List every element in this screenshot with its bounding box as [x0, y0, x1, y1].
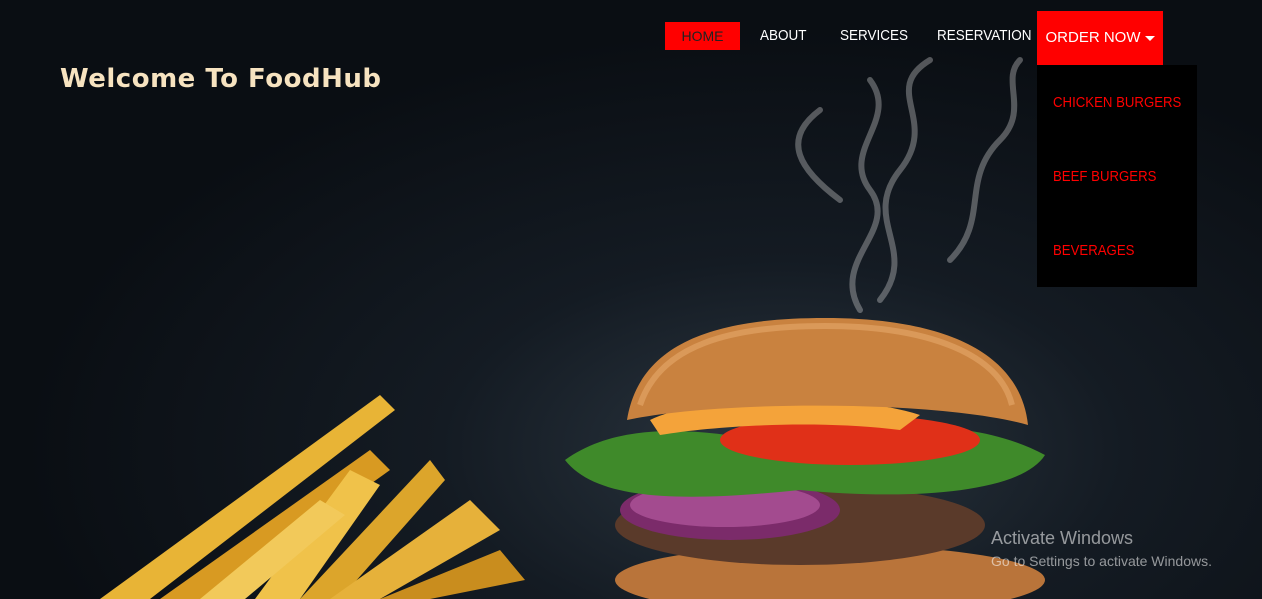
dropdown-item-chicken-burgers[interactable]: CHICKEN BURGERS	[1053, 91, 1181, 115]
activate-windows-watermark: Activate Windows Go to Settings to activ…	[991, 528, 1212, 570]
watermark-subtitle: Go to Settings to activate Windows.	[991, 553, 1212, 569]
dropdown-item-beverages[interactable]: BEVERAGES	[1053, 239, 1134, 263]
caret-down-icon	[1144, 35, 1155, 41]
nav-about-link[interactable]: ABOUT	[760, 22, 807, 50]
main-navigation: HOME ABOUT SERVICES RESERVATION ORDER NO…	[0, 0, 1262, 70]
fries-illustration	[100, 395, 525, 599]
watermark-title: Activate Windows	[991, 528, 1134, 548]
nav-services-link[interactable]: SERVICES	[840, 22, 908, 50]
nav-reservation-link[interactable]: RESERVATION	[937, 22, 1032, 50]
order-now-label: ORDER NOW	[1045, 29, 1141, 46]
smoke-illustration	[795, 57, 1023, 313]
dropdown-item-beef-burgers[interactable]: BEEF BURGERS	[1053, 165, 1156, 189]
order-now-button[interactable]: ORDER NOW	[1037, 11, 1163, 65]
burger-illustration	[565, 318, 1045, 599]
nav-home-link[interactable]: HOME	[665, 22, 740, 50]
order-dropdown-menu: CHICKEN BURGERS BEEF BURGERS BEVERAGES	[1037, 65, 1197, 287]
